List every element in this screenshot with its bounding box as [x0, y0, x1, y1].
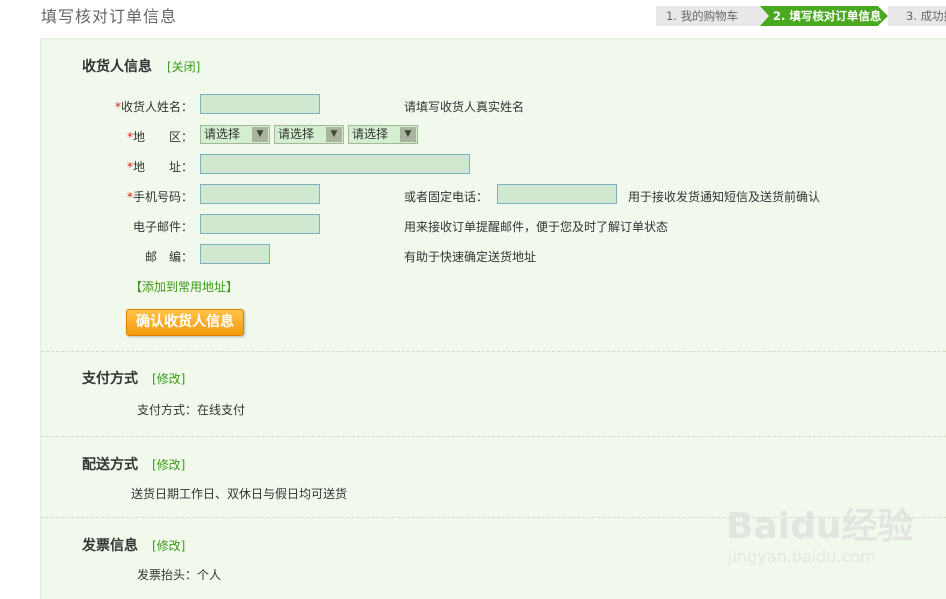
delivery-value: 送货日期工作日、双休日与假日均可送货	[131, 487, 348, 501]
region-label: *地 区：	[126, 130, 193, 144]
address-input[interactable]	[200, 154, 470, 174]
watermark-brand: Baidu经验	[726, 506, 914, 547]
confirm-receiver-button[interactable]: 确认收货人信息	[126, 309, 244, 336]
receiver-section-title: 收货人信息	[82, 59, 152, 75]
district-select[interactable]: 请选择 ▼	[348, 125, 418, 144]
divider	[41, 436, 946, 437]
step-success: 3. 成功提	[888, 6, 946, 26]
receiver-close-link[interactable]: [关闭]	[167, 58, 200, 75]
phone-hint: 用于接收发货通知短信及送货前确认	[628, 190, 821, 204]
email-input[interactable]	[200, 214, 320, 234]
page-title: 填写核对订单信息	[41, 7, 178, 26]
payment-value: 支付方式：在线支付	[137, 403, 246, 417]
chevron-down-icon: ▼	[400, 127, 416, 142]
payment-section-title: 支付方式	[82, 371, 138, 387]
name-hint: 请填写收货人真实姓名	[404, 100, 525, 114]
step-fill-order: 2. 填写核对订单信息	[760, 6, 888, 26]
email-hint: 用来接收订单提醒邮件，便于您及时了解订单状态	[404, 220, 669, 234]
add-common-address-link[interactable]: 【添加到常用地址】	[130, 278, 238, 295]
divider	[41, 351, 946, 352]
mobile-input[interactable]	[200, 184, 320, 204]
invoice-section-title: 发票信息	[82, 538, 138, 554]
watermark-url: jingyan.baidu.com	[728, 547, 876, 566]
phone-label: 或者固定电话：	[404, 190, 489, 204]
zip-hint: 有助于快速确定送货地址	[404, 250, 537, 264]
payment-edit-link[interactable]: [修改]	[152, 370, 185, 387]
chevron-down-icon: ▼	[326, 127, 342, 142]
receiver-name-input[interactable]	[200, 94, 320, 114]
invoice-edit-link[interactable]: [修改]	[152, 537, 185, 554]
zip-input[interactable]	[200, 244, 270, 264]
checkout-steps: 1. 我的购物车 2. 填写核对订单信息 3. 成功提	[656, 6, 946, 26]
baidu-watermark: Baidu经验 jingyan.baidu.com	[726, 489, 936, 569]
step-cart[interactable]: 1. 我的购物车	[656, 6, 760, 26]
province-select[interactable]: 请选择 ▼	[200, 125, 270, 144]
delivery-edit-link[interactable]: [修改]	[152, 456, 185, 473]
mobile-label: *手机号码：	[126, 190, 193, 204]
name-label: *收货人姓名：	[114, 100, 193, 114]
invoice-value: 发票抬头：个人	[137, 568, 222, 582]
delivery-section-title: 配送方式	[82, 457, 138, 473]
chevron-down-icon: ▼	[252, 127, 268, 142]
city-select[interactable]: 请选择 ▼	[274, 125, 344, 144]
address-label: *地 址：	[126, 160, 193, 174]
zip-label: 邮 编：	[144, 250, 193, 264]
phone-input[interactable]	[497, 184, 617, 204]
email-label: 电子邮件：	[132, 220, 193, 234]
